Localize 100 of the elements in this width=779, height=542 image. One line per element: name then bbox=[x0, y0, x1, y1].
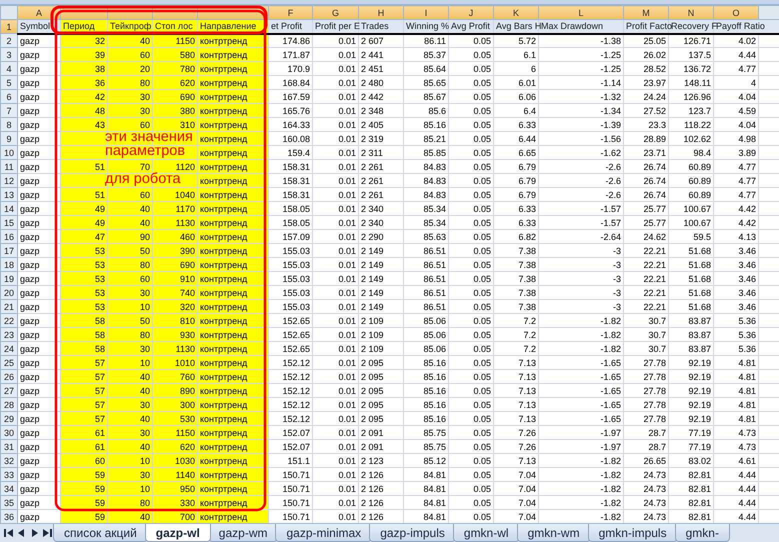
table-cell: 50 bbox=[108, 314, 152, 328]
table-cell: 30 bbox=[108, 468, 152, 482]
sheet-tab[interactable]: gmkn- bbox=[674, 524, 730, 542]
row-header[interactable]: 17 bbox=[0, 244, 18, 258]
row-header[interactable]: 12 bbox=[0, 174, 18, 188]
sheet-tab[interactable]: список акций bbox=[53, 524, 148, 542]
table-cell: 85.16 bbox=[404, 412, 448, 426]
table-cell: 2 126 bbox=[358, 496, 404, 510]
table-cell: 3.46 bbox=[714, 300, 758, 314]
column-header[interactable]: K bbox=[494, 6, 538, 20]
table-cell: 40 bbox=[108, 370, 152, 384]
column-header[interactable]: I bbox=[404, 6, 448, 20]
row-header[interactable]: 14 bbox=[0, 202, 18, 216]
table-cell: 26.02 bbox=[624, 48, 668, 62]
table-cell: -2.6 bbox=[538, 188, 624, 202]
table-cell: 22.21 bbox=[624, 300, 668, 314]
table-cell: 85.37 bbox=[404, 48, 448, 62]
row-header[interactable]: 16 bbox=[0, 230, 18, 244]
sheet-tab[interactable]: gazp-impuls bbox=[369, 524, 456, 542]
row-header[interactable]: 25 bbox=[0, 356, 18, 370]
row-header[interactable]: 9 bbox=[0, 132, 18, 146]
column-header[interactable]: L bbox=[538, 6, 624, 20]
row-header[interactable]: 13 bbox=[0, 188, 18, 202]
table-cell: 4.77 bbox=[714, 62, 758, 76]
row-header[interactable]: 20 bbox=[0, 286, 18, 300]
row-header[interactable]: 19 bbox=[0, 272, 18, 286]
table-cell: 24.73 bbox=[624, 468, 668, 482]
table-cell: 2 348 bbox=[358, 104, 404, 118]
table-cell: 118.22 bbox=[668, 118, 714, 132]
table-cell: 152.12 bbox=[268, 384, 312, 398]
row-header[interactable]: 15 bbox=[0, 216, 18, 230]
table-cell: 0.01 bbox=[312, 146, 358, 160]
row-header[interactable]: 32 bbox=[0, 454, 18, 468]
sheet-tab[interactable]: gmkn-wl bbox=[452, 524, 520, 542]
sheet-tab[interactable]: gazp-wl bbox=[144, 524, 211, 542]
row-header[interactable]: 26 bbox=[0, 370, 18, 384]
sheet-tab[interactable]: gmkn-wm bbox=[516, 524, 591, 542]
table-cell: 171.87 bbox=[268, 48, 312, 62]
row-header[interactable]: 22 bbox=[0, 314, 18, 328]
row-header[interactable]: 31 bbox=[0, 440, 18, 454]
row-header[interactable]: 18 bbox=[0, 258, 18, 272]
row-header[interactable]: 10 bbox=[0, 146, 18, 160]
table-cell: 92.19 bbox=[668, 398, 714, 412]
sheet-tab[interactable]: gazp-minimax bbox=[275, 524, 372, 542]
column-header[interactable]: O bbox=[714, 6, 758, 20]
row-header[interactable]: 33 bbox=[0, 468, 18, 482]
row-header[interactable]: 21 bbox=[0, 300, 18, 314]
table-cell: -1.39 bbox=[538, 118, 624, 132]
table-cell: 890 bbox=[152, 384, 198, 398]
table-cell: 0.01 bbox=[312, 286, 358, 300]
column-header[interactable]: M bbox=[624, 6, 668, 20]
row-header[interactable]: 34 bbox=[0, 482, 18, 496]
table-cell: 84.83 bbox=[404, 160, 448, 174]
table-cell: 0.01 bbox=[312, 482, 358, 496]
table-cell: 51.68 bbox=[668, 258, 714, 272]
row-header[interactable]: 11 bbox=[0, 160, 18, 174]
column-header[interactable]: H bbox=[358, 6, 404, 20]
table-cell: 690 bbox=[152, 258, 198, 272]
column-header[interactable]: J bbox=[448, 6, 494, 20]
row-header[interactable]: 30 bbox=[0, 426, 18, 440]
row-header[interactable]: 5 bbox=[0, 76, 18, 90]
row-header[interactable]: 23 bbox=[0, 328, 18, 342]
column-header[interactable]: G bbox=[312, 6, 358, 20]
row-header[interactable]: 35 bbox=[0, 496, 18, 510]
row-header[interactable]: 27 bbox=[0, 384, 18, 398]
row-header[interactable]: 24 bbox=[0, 342, 18, 356]
next-sheet-icon[interactable] bbox=[30, 529, 39, 537]
table-cell: 137.5 bbox=[668, 48, 714, 62]
table-cell: 80 bbox=[108, 496, 152, 510]
table-cell: 70 bbox=[108, 160, 152, 174]
column-header[interactable]: F bbox=[268, 6, 312, 20]
row-header[interactable]: 6 bbox=[0, 90, 18, 104]
prev-sheet-icon[interactable] bbox=[17, 529, 26, 537]
table-cell: 168.84 bbox=[268, 76, 312, 90]
table-cell: 85.16 bbox=[404, 356, 448, 370]
table-cell: 0.05 bbox=[448, 342, 494, 356]
table-cell: 53 bbox=[60, 244, 108, 258]
row-header[interactable]: 7 bbox=[0, 104, 18, 118]
last-sheet-icon[interactable] bbox=[43, 529, 52, 537]
table-cell: 0.05 bbox=[448, 426, 494, 440]
row-header[interactable]: 4 bbox=[0, 62, 18, 76]
table-cell: 3.46 bbox=[714, 258, 758, 272]
row-header[interactable]: 8 bbox=[0, 118, 18, 132]
sheet-tab[interactable]: gmkn-impuls bbox=[588, 524, 678, 542]
table-cell: 158.05 bbox=[268, 216, 312, 230]
table-cell: 0.01 bbox=[312, 328, 358, 342]
row-header[interactable]: 2 bbox=[0, 34, 18, 48]
first-sheet-icon[interactable] bbox=[4, 529, 13, 537]
table-cell: 38 bbox=[60, 62, 108, 76]
row-header[interactable]: 29 bbox=[0, 412, 18, 426]
sheet-tab[interactable]: gazp-wm bbox=[208, 524, 278, 542]
table-cell: 7.38 bbox=[494, 272, 538, 286]
row-header[interactable]: 1 bbox=[0, 20, 18, 34]
row-header[interactable]: 36 bbox=[0, 510, 18, 524]
table-cell: -3 bbox=[538, 258, 624, 272]
table-cell: 3.46 bbox=[714, 286, 758, 300]
row-header[interactable]: 28 bbox=[0, 398, 18, 412]
column-header[interactable]: N bbox=[668, 6, 714, 20]
table-cell: 380 bbox=[152, 104, 198, 118]
row-header[interactable]: 3 bbox=[0, 48, 18, 62]
